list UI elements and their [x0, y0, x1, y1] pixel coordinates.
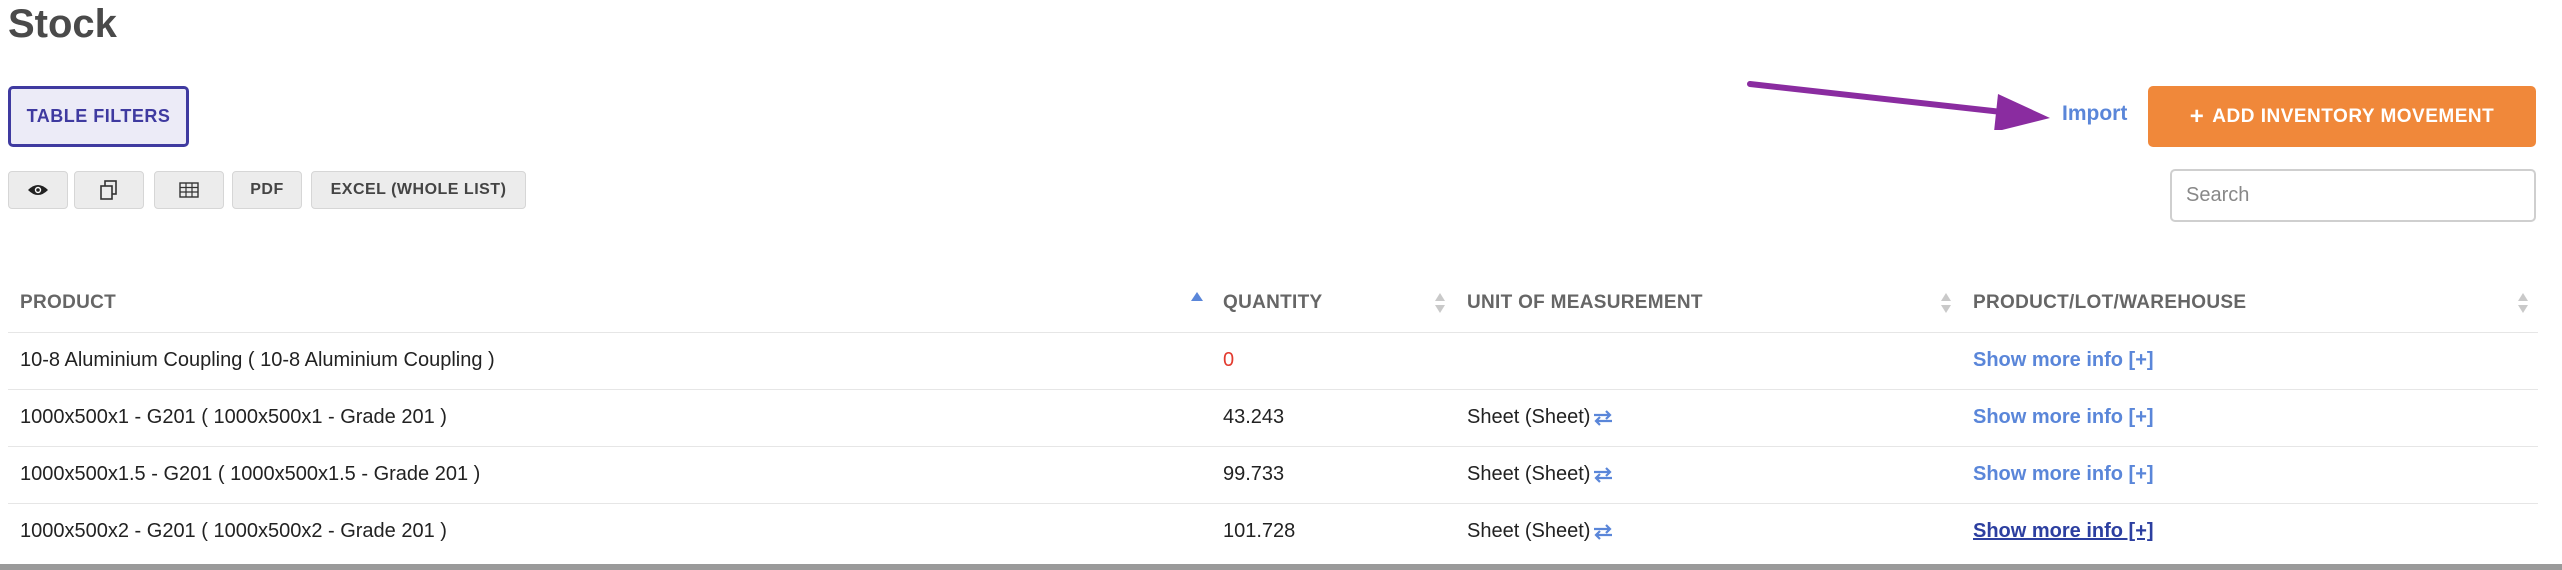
csv-button[interactable] [154, 171, 224, 209]
pdf-button[interactable]: PDF [232, 171, 302, 209]
annotation-arrow-icon [1747, 81, 2050, 130]
product-cell: 1000x500x1.5 - G201 ( 1000x500x1.5 - Gra… [20, 463, 481, 485]
quantity-cell: 0 [1223, 349, 1235, 371]
column-header-quantity[interactable]: QUANTITY [1223, 292, 1323, 314]
show-more-info-link[interactable]: Show more info [+] [1973, 520, 2154, 543]
bottom-divider [0, 564, 2562, 570]
table-icon [179, 182, 199, 198]
plus-icon: + [2189, 102, 2205, 130]
table-row: 10-8 Aluminium Coupling ( 10-8 Aluminium… [8, 332, 2538, 389]
unit-label: Sheet (Sheet) [1467, 406, 1591, 428]
search-input[interactable] [2170, 169, 2536, 222]
add-inventory-movement-label: ADD INVENTORY MOVEMENT [2212, 105, 2495, 127]
quantity-cell: 99.733 [1223, 463, 1285, 485]
column-header-unit[interactable]: UNIT OF MEASUREMENT [1467, 292, 1703, 314]
unit-label: Sheet (Sheet) [1467, 463, 1591, 485]
add-inventory-movement-button[interactable]: + ADD INVENTORY MOVEMENT [2148, 86, 2536, 147]
unit-cell: Sheet (Sheet) [1467, 406, 1614, 429]
quantity-cell: 43.243 [1223, 406, 1285, 428]
copy-button[interactable] [74, 171, 144, 209]
table-row: 1000x500x1 - G201 ( 1000x500x1 - Grade 2… [8, 389, 2538, 446]
table-row: 1000x500x2 - G201 ( 1000x500x2 - Grade 2… [8, 503, 2538, 560]
quantity-cell: 101.728 [1223, 520, 1296, 542]
sort-icon[interactable] [1939, 290, 1953, 316]
unit-label: Sheet (Sheet) [1467, 520, 1591, 542]
column-visibility-button[interactable] [8, 171, 68, 209]
column-header-product[interactable]: PRODUCT [20, 292, 116, 314]
sort-ascending-icon[interactable] [1190, 290, 1204, 316]
table-filters-button[interactable]: TABLE FILTERS [8, 86, 189, 147]
show-more-info-link[interactable]: Show more info [+] [1973, 406, 2154, 429]
show-more-info-link[interactable]: Show more info [+] [1973, 349, 2154, 372]
copy-icon [100, 180, 117, 200]
unit-cell: Sheet (Sheet) [1467, 520, 1614, 543]
sort-icon[interactable] [1433, 290, 1447, 316]
column-header-product-lot-warehouse[interactable]: PRODUCT/LOT/WAREHOUSE [1973, 292, 2246, 314]
convert-arrows-icon[interactable] [1592, 466, 1614, 483]
convert-arrows-icon[interactable] [1592, 523, 1614, 540]
convert-arrows-icon[interactable] [1592, 409, 1614, 426]
page-title: Stock [8, 2, 117, 46]
eye-icon [28, 185, 48, 195]
show-more-info-link[interactable]: Show more info [+] [1973, 463, 2154, 486]
excel-button[interactable]: EXCEL (WHOLE LIST) [311, 171, 526, 209]
unit-cell: Sheet (Sheet) [1467, 463, 1614, 486]
sort-icon[interactable] [2516, 290, 2530, 316]
product-cell: 10-8 Aluminium Coupling ( 10-8 Aluminium… [20, 349, 495, 371]
product-cell: 1000x500x2 - G201 ( 1000x500x2 - Grade 2… [20, 520, 447, 542]
product-cell: 1000x500x1 - G201 ( 1000x500x1 - Grade 2… [20, 406, 447, 428]
table-row: 1000x500x1.5 - G201 ( 1000x500x1.5 - Gra… [8, 446, 2538, 503]
import-link[interactable]: Import [2062, 102, 2127, 126]
